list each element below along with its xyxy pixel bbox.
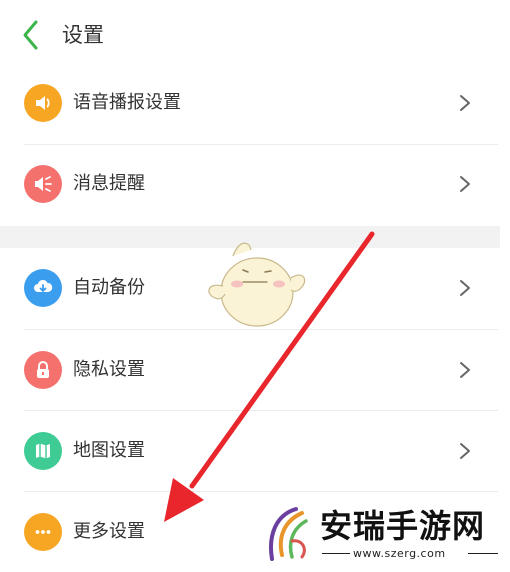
- speaker-icon: [24, 84, 62, 122]
- chevron-right-icon: [460, 362, 470, 378]
- settings-item-message[interactable]: 消息提醒: [0, 144, 510, 224]
- notification-speaker-icon: [24, 165, 62, 203]
- settings-item-label: 更多设置: [73, 521, 145, 542]
- settings-item-label: 语音播报设置: [73, 92, 181, 113]
- settings-item-label: 自动备份: [73, 277, 145, 298]
- settings-item-privacy[interactable]: 隐私设置: [0, 330, 510, 410]
- watermark-rule-left: [322, 553, 350, 554]
- settings-item-label: 消息提醒: [73, 173, 145, 194]
- watermark-logo: [269, 507, 308, 561]
- chevron-right-icon: [460, 176, 470, 192]
- settings-item-map[interactable]: 地图设置: [0, 411, 510, 491]
- watermark-url: www.szerg.com: [353, 547, 446, 560]
- chevron-left-icon: [23, 20, 38, 50]
- watermark-title: 安瑞手游网: [320, 507, 486, 545]
- more-dots-icon: [24, 513, 62, 551]
- lock-icon: [24, 351, 62, 389]
- header-bar: 设置: [0, 0, 510, 70]
- map-icon: [24, 432, 62, 470]
- settings-item-label: 隐私设置: [73, 359, 145, 380]
- settings-item-label: 地图设置: [73, 440, 145, 461]
- settings-item-voice[interactable]: 语音播报设置: [0, 63, 510, 143]
- chevron-right-icon: [460, 280, 470, 296]
- chevron-right-icon: [460, 95, 470, 111]
- cloud-download-icon: [24, 269, 62, 307]
- mascot-sticker: [208, 242, 306, 327]
- watermark-rule-right: [468, 553, 498, 554]
- back-button[interactable]: [18, 18, 48, 52]
- page-title: 设置: [62, 23, 104, 47]
- chevron-right-icon: [460, 443, 470, 459]
